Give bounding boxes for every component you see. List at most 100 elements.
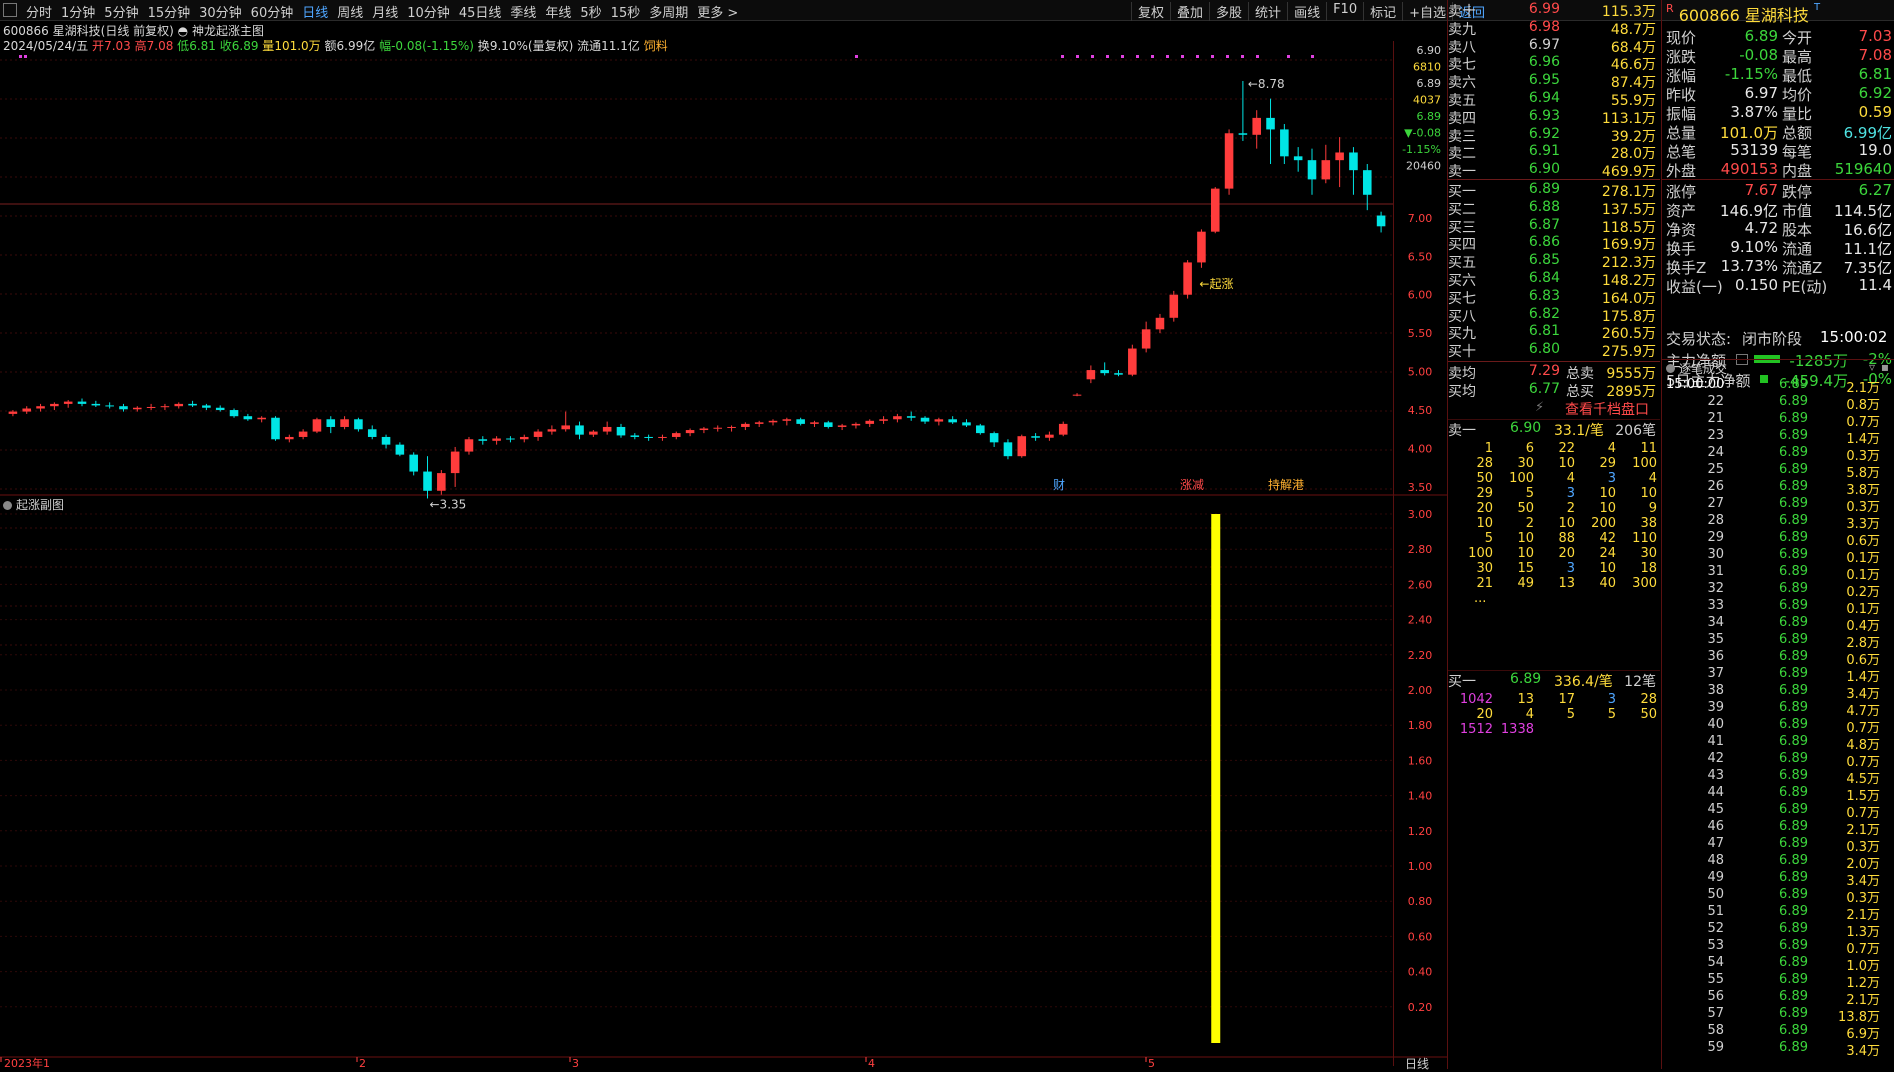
candle-body[interactable] [50, 403, 59, 407]
ask-row[interactable]: 卖一 6.90 469.9万 [1448, 161, 1660, 180]
candle-body[interactable] [450, 451, 460, 474]
candle-body[interactable] [962, 422, 971, 426]
tick-row[interactable]: 56 6.89 2.1万 [1664, 989, 1894, 1008]
candle-body[interactable] [1280, 129, 1289, 157]
candle-body[interactable] [727, 426, 736, 428]
tick-row[interactable]: 57 6.89 13.8万 [1664, 1006, 1894, 1025]
candle-body[interactable] [741, 423, 750, 427]
tick-row[interactable]: 49 6.89 3.4万 [1664, 870, 1894, 889]
tick-row[interactable]: 43 6.89 4.5万 [1664, 768, 1894, 787]
tick-row[interactable]: 32 6.89 0.2万 [1664, 581, 1894, 600]
candle-body[interactable] [1128, 348, 1137, 375]
candle-body[interactable] [423, 471, 432, 491]
candle-body[interactable] [22, 408, 32, 412]
bid-row[interactable]: 买二 6.88 137.5万 [1448, 199, 1660, 218]
ask-row[interactable]: 卖五 6.94 55.9万 [1448, 90, 1660, 109]
candle-body[interactable] [1141, 329, 1151, 349]
candle-body[interactable] [367, 429, 377, 437]
candle-body[interactable] [36, 406, 45, 409]
candle-body[interactable] [146, 406, 156, 408]
candle-body[interactable] [188, 403, 197, 406]
candle-body[interactable] [381, 436, 391, 445]
candle-body[interactable] [851, 423, 861, 426]
tick-row[interactable]: 52 6.89 1.3万 [1664, 921, 1894, 940]
candle-body[interactable] [340, 419, 349, 427]
tick-row[interactable]: 46 6.89 2.1万 [1664, 819, 1894, 838]
candle-body[interactable] [644, 436, 653, 438]
candle-body[interactable] [1224, 133, 1234, 189]
candle-body[interactable] [285, 436, 294, 440]
candle-body[interactable] [934, 419, 944, 422]
candle-body[interactable] [1335, 152, 1344, 161]
candle-body[interactable] [1252, 117, 1261, 135]
candle-body[interactable] [1031, 436, 1040, 438]
candle-body[interactable] [658, 436, 667, 438]
bid-row[interactable]: 买一 6.89 278.1万 [1448, 181, 1660, 200]
queue-more[interactable]: ... [1452, 591, 1660, 606]
bid-row[interactable]: 买三 6.87 118.5万 [1448, 217, 1660, 236]
candle-body[interactable] [492, 438, 501, 441]
candle-body[interactable] [229, 410, 239, 417]
candle-body[interactable] [1197, 231, 1206, 263]
candle-body[interactable] [616, 426, 626, 436]
stock-info-icon[interactable]: T [1814, 2, 1820, 13]
candle-body[interactable] [119, 406, 128, 410]
tick-row[interactable]: 58 6.89 6.9万 [1664, 1023, 1894, 1042]
tick-row[interactable]: 21 6.89 0.7万 [1664, 411, 1894, 430]
tick-row[interactable]: 35 6.89 2.8万 [1664, 632, 1894, 651]
candle-body[interactable] [326, 419, 336, 427]
ask-row[interactable]: 卖九 6.98 48.7万 [1448, 19, 1660, 38]
candle-body[interactable] [312, 419, 322, 432]
candle-body[interactable] [1183, 262, 1192, 295]
ask-row[interactable]: 卖七 6.96 46.6万 [1448, 54, 1660, 73]
candle-body[interactable] [685, 430, 695, 434]
candle-body[interactable] [437, 473, 446, 491]
tick-toggle-icon[interactable] [1666, 364, 1675, 373]
tick-row[interactable]: 51 6.89 2.1万 [1664, 904, 1894, 923]
candle-body[interactable] [519, 436, 529, 440]
candle-body[interactable] [1362, 170, 1372, 195]
tick-row[interactable]: 48 6.89 2.0万 [1664, 853, 1894, 872]
candle-body[interactable] [1266, 117, 1275, 130]
tick-row[interactable]: 25 6.89 5.8万 [1664, 462, 1894, 481]
candle-body[interactable] [671, 433, 681, 437]
event-tag[interactable]: 涨减 [1180, 477, 1204, 492]
event-tag[interactable]: 持解港 [1268, 477, 1304, 492]
candle-body[interactable] [243, 416, 253, 420]
ask-row[interactable]: 卖八 6.97 68.4万 [1448, 37, 1660, 56]
candle-body[interactable] [879, 419, 888, 421]
candle-body[interactable] [160, 406, 170, 408]
candle-body[interactable] [575, 425, 584, 435]
tick-row[interactable]: 53 6.89 0.7万 [1664, 938, 1894, 957]
candle-body[interactable] [1376, 215, 1386, 227]
tick-row[interactable]: 28 6.89 3.3万 [1664, 513, 1894, 532]
candle-body[interactable] [1100, 370, 1109, 374]
tick-row[interactable]: 27 6.89 0.3万 [1664, 496, 1894, 515]
candle-body[interactable] [1238, 133, 1248, 135]
candle-body[interactable] [133, 407, 142, 410]
tick-row[interactable]: 55 6.89 1.2万 [1664, 972, 1894, 991]
candle-body[interactable] [976, 425, 985, 434]
tick-row[interactable]: 29 6.89 0.6万 [1664, 530, 1894, 549]
candle-body[interactable] [589, 431, 598, 435]
candle-body[interactable] [1293, 156, 1303, 161]
candle-body[interactable] [1058, 423, 1068, 435]
tick-row[interactable]: 47 6.89 0.3万 [1664, 836, 1894, 855]
event-tag[interactable]: 财 [1053, 478, 1065, 492]
candle-body[interactable] [1045, 434, 1054, 438]
tick-row[interactable]: 22 6.89 0.8万 [1664, 394, 1894, 413]
candle-body[interactable] [1155, 317, 1165, 330]
candle-body[interactable] [796, 419, 805, 424]
candle-body[interactable] [1114, 373, 1123, 375]
candle-body[interactable] [298, 431, 308, 437]
bid-row[interactable]: 买七 6.83 164.0万 [1448, 288, 1660, 307]
candle-body[interactable] [893, 416, 902, 420]
candle-body[interactable] [920, 417, 930, 422]
candle-body[interactable] [77, 401, 87, 404]
candle-body[interactable] [506, 438, 515, 440]
candle-body[interactable] [215, 407, 225, 411]
bid-row[interactable]: 买五 6.85 212.3万 [1448, 252, 1660, 271]
candle-body[interactable] [810, 422, 819, 424]
candle-body[interactable] [1321, 160, 1331, 180]
tick-row[interactable]: 15:00:00 6.89 2.1万 [1664, 377, 1894, 396]
